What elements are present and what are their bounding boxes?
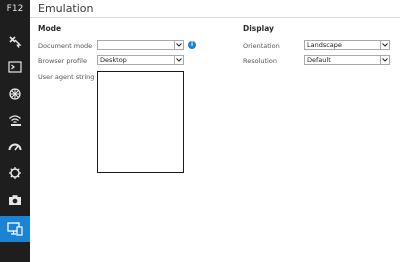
screenshot-tool[interactable] — [0, 188, 30, 212]
info-icon[interactable]: i — [188, 41, 196, 49]
document-mode-label: Document mode — [38, 42, 93, 50]
browser-profile-label: Browser profile — [38, 57, 87, 65]
document-mode-select[interactable] — [97, 40, 184, 50]
performance-icon — [8, 143, 22, 151]
panel-title: Emulation — [38, 2, 94, 15]
performance-tool[interactable] — [0, 135, 30, 159]
network-tool[interactable] — [0, 108, 30, 132]
screenshot-icon — [9, 195, 21, 205]
emulation-tool[interactable] — [0, 216, 30, 242]
f12-label: F12 — [6, 4, 24, 14]
orientation-select[interactable]: Landscape — [304, 40, 390, 50]
chevron-down-icon — [174, 41, 183, 49]
browser-profile-value: Desktop — [100, 56, 127, 64]
chevron-down-icon — [380, 41, 389, 49]
debugger-icon — [9, 88, 21, 100]
orientation-value: Landscape — [307, 41, 342, 49]
memory-tool[interactable] — [0, 161, 30, 185]
chevron-down-icon — [174, 56, 183, 64]
debugger-tool[interactable] — [0, 82, 30, 106]
console-tool[interactable] — [0, 55, 30, 79]
resolution-value: Default — [307, 56, 331, 64]
network-icon — [9, 115, 21, 126]
browser-profile-select[interactable]: Desktop — [97, 55, 184, 65]
resolution-select[interactable]: Default — [304, 55, 390, 65]
orientation-label: Orientation — [243, 42, 280, 50]
devtools-sidebar: F12 — [0, 0, 30, 262]
emulation-icon — [7, 222, 23, 236]
console-icon — [8, 61, 22, 73]
display-heading: Display — [243, 24, 274, 33]
dom-explorer-icon — [9, 36, 22, 48]
dom-explorer-tool[interactable] — [0, 29, 30, 53]
chevron-down-icon — [380, 56, 389, 64]
panel-header: Emulation — [30, 0, 400, 18]
mode-heading: Mode — [38, 24, 62, 33]
user-agent-label: User agent string — [38, 73, 95, 81]
memory-icon — [9, 167, 21, 179]
user-agent-textarea[interactable] — [97, 71, 184, 173]
resolution-label: Resolution — [243, 57, 277, 65]
